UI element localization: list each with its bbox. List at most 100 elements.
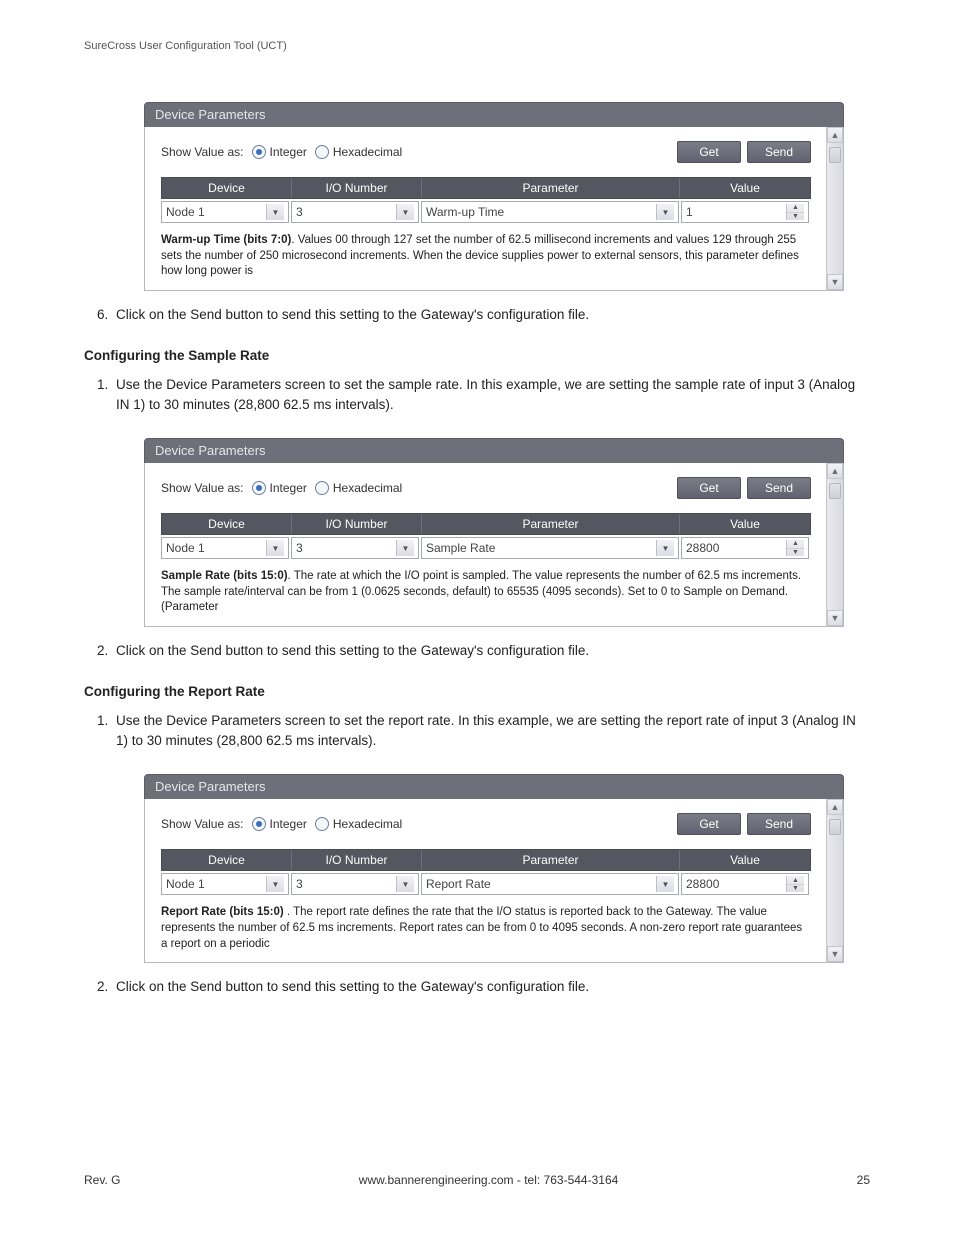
step-6: Click on the Send button to send this se… — [112, 305, 870, 325]
io-select[interactable]: 3 ▼ — [291, 201, 419, 223]
column-headers: Device I/O Number Parameter Value — [161, 177, 811, 199]
radio-dot-icon — [315, 145, 329, 159]
send-button[interactable]: Send — [747, 813, 811, 835]
radio-integer-label: Integer — [270, 145, 307, 159]
value-input[interactable]: 28800 ▲▼ — [681, 537, 809, 559]
io-value: 3 — [296, 205, 303, 219]
radio-hex[interactable]: Hexadecimal — [315, 481, 402, 495]
device-select[interactable]: Node 1 ▼ — [161, 873, 289, 895]
scrollbar[interactable]: ▲ ▼ — [826, 127, 843, 290]
device-value: Node 1 — [166, 541, 205, 555]
chevron-down-icon: ▼ — [396, 204, 414, 220]
footer-page: 25 — [857, 1173, 870, 1187]
param-value: Warm-up Time — [426, 205, 504, 219]
column-headers: Device I/O Number Parameter Value — [161, 849, 811, 871]
doc-header: SureCross User Configuration Tool (UCT) — [84, 40, 870, 52]
col-value: Value — [680, 514, 810, 534]
device-params-panel-warmup: Device Parameters ▲ ▼ Show Value as: Int… — [144, 102, 844, 291]
col-value: Value — [680, 178, 810, 198]
radio-hex-label: Hexadecimal — [333, 145, 402, 159]
scroll-thumb[interactable] — [829, 819, 841, 835]
radio-integer[interactable]: Integer — [252, 817, 307, 831]
footer-rev: Rev. G — [84, 1173, 120, 1187]
spinner-icon[interactable]: ▲▼ — [786, 876, 804, 892]
chevron-down-icon: ▼ — [656, 204, 674, 220]
radio-integer-label: Integer — [270, 481, 307, 495]
radio-integer-label: Integer — [270, 817, 307, 831]
report-step-2: Click on the Send button to send this se… — [112, 977, 870, 997]
value-text: 28800 — [686, 877, 719, 891]
param-description: Warm-up Time (bits 7:0). Values 00 throu… — [161, 233, 811, 280]
send-button[interactable]: Send — [747, 141, 811, 163]
io-select[interactable]: 3▼ — [291, 537, 419, 559]
get-button[interactable]: Get — [677, 813, 741, 835]
spinner-icon[interactable]: ▲▼ — [786, 540, 804, 556]
chevron-down-icon: ▼ — [656, 876, 674, 892]
device-select[interactable]: Node 1 ▼ — [161, 537, 289, 559]
value-input[interactable]: 1 ▲▼ — [681, 201, 809, 223]
col-io: I/O Number — [292, 850, 422, 870]
get-button[interactable]: Get — [677, 141, 741, 163]
desc-bold: Sample Rate (bits 15:0) — [161, 570, 288, 582]
param-value: Report Rate — [426, 877, 491, 891]
radio-dot-icon — [252, 817, 266, 831]
scroll-up-icon[interactable]: ▲ — [827, 127, 843, 143]
chevron-down-icon: ▼ — [396, 876, 414, 892]
spinner-icon[interactable]: ▲▼ — [786, 204, 804, 220]
chevron-down-icon: ▼ — [266, 876, 284, 892]
io-value: 3 — [296, 541, 303, 555]
scrollbar[interactable]: ▲ ▼ — [826, 463, 843, 626]
desc-bold: Warm-up Time (bits 7:0) — [161, 234, 291, 246]
radio-dot-icon — [315, 481, 329, 495]
col-io: I/O Number — [292, 178, 422, 198]
sample-rate-heading: Configuring the Sample Rate — [84, 348, 870, 363]
scroll-thumb[interactable] — [829, 483, 841, 499]
radio-hex[interactable]: Hexadecimal — [315, 817, 402, 831]
scroll-down-icon[interactable]: ▼ — [827, 274, 843, 290]
col-param: Parameter — [422, 178, 680, 198]
col-device: Device — [162, 514, 292, 534]
param-value: Sample Rate — [426, 541, 495, 555]
value-input[interactable]: 28800 ▲▼ — [681, 873, 809, 895]
parameter-select[interactable]: Warm-up Time ▼ — [421, 201, 679, 223]
show-value-label: Show Value as: — [161, 481, 244, 495]
sample-step-1: Use the Device Parameters screen to set … — [112, 375, 870, 414]
report-rate-heading: Configuring the Report Rate — [84, 684, 870, 699]
col-io: I/O Number — [292, 514, 422, 534]
device-params-panel-sample: Device Parameters ▲ ▼ Show Value as: Int… — [144, 438, 844, 627]
footer-center: www.bannerengineering.com - tel: 763-544… — [359, 1173, 619, 1187]
radio-integer[interactable]: Integer — [252, 481, 307, 495]
chevron-down-icon: ▼ — [396, 540, 414, 556]
scroll-thumb[interactable] — [829, 147, 841, 163]
chevron-down-icon: ▼ — [656, 540, 674, 556]
radio-integer[interactable]: Integer — [252, 145, 307, 159]
panel-title: Device Parameters — [144, 102, 844, 127]
sample-step-2: Click on the Send button to send this se… — [112, 641, 870, 661]
device-params-panel-report: Device Parameters ▲ ▼ Show Value as: Int… — [144, 774, 844, 963]
show-value-label: Show Value as: — [161, 817, 244, 831]
scroll-down-icon[interactable]: ▼ — [827, 946, 843, 962]
value-text: 28800 — [686, 541, 719, 555]
page-footer: Rev. G www.bannerengineering.com - tel: … — [84, 1173, 870, 1187]
device-value: Node 1 — [166, 877, 205, 891]
desc-bold: Report Rate (bits 15:0) — [161, 906, 284, 918]
io-select[interactable]: 3▼ — [291, 873, 419, 895]
chevron-down-icon: ▼ — [266, 540, 284, 556]
scroll-up-icon[interactable]: ▲ — [827, 463, 843, 479]
radio-dot-icon — [252, 145, 266, 159]
input-row: Node 1▼ 3▼ Report Rate▼ 28800▲▼ — [161, 873, 811, 895]
parameter-select[interactable]: Sample Rate ▼ — [421, 537, 679, 559]
col-value: Value — [680, 850, 810, 870]
device-select[interactable]: Node 1 ▼ — [161, 201, 289, 223]
scroll-down-icon[interactable]: ▼ — [827, 610, 843, 626]
scrollbar[interactable]: ▲ ▼ — [826, 799, 843, 962]
panel-title: Device Parameters — [144, 438, 844, 463]
get-button[interactable]: Get — [677, 477, 741, 499]
send-button[interactable]: Send — [747, 477, 811, 499]
scroll-up-icon[interactable]: ▲ — [827, 799, 843, 815]
parameter-select[interactable]: Report Rate ▼ — [421, 873, 679, 895]
io-value: 3 — [296, 877, 303, 891]
device-value: Node 1 — [166, 205, 205, 219]
radio-hex[interactable]: Hexadecimal — [315, 145, 402, 159]
report-step-1: Use the Device Parameters screen to set … — [112, 711, 870, 750]
